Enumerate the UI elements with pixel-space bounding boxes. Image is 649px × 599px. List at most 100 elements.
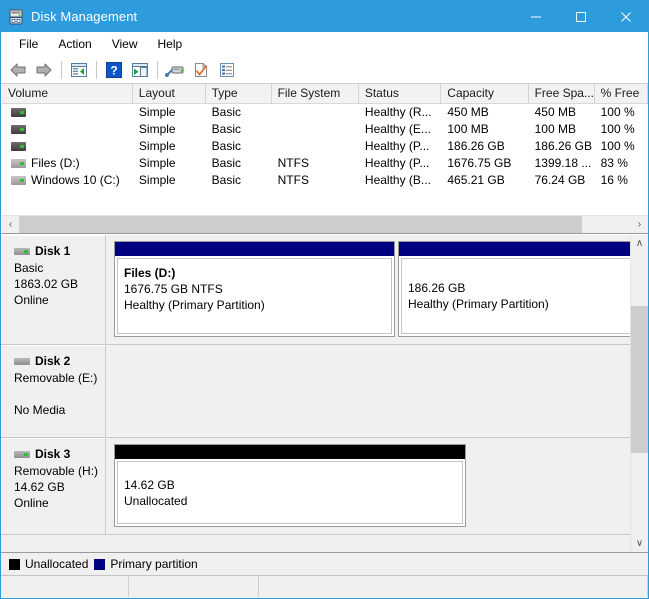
rescan-disks-icon[interactable]: [162, 58, 188, 82]
partition-unallocated[interactable]: 14.62 GBUnallocated: [114, 444, 466, 527]
cell-file-system: NTFS: [272, 172, 359, 189]
column-header-volume[interactable]: Volume: [2, 84, 133, 103]
cell-percent-free: 100 %: [595, 121, 648, 138]
disk-info[interactable]: Disk 3Removable (H:)14.62 GBOnline: [1, 438, 106, 534]
disk-icon-online: [14, 451, 30, 458]
legend-label-primary-partition: Primary partition: [110, 557, 197, 571]
hscroll-thumb[interactable]: [19, 216, 582, 233]
cell-volume: [2, 138, 133, 155]
title-bar: Disk Management: [1, 1, 648, 32]
column-header--free[interactable]: % Free: [595, 84, 648, 103]
volume-row[interactable]: SimpleBasicHealthy (P...186.26 GB186.26 …: [2, 138, 648, 155]
toolbar-separator-1: [61, 61, 62, 79]
status-segment-1: [1, 576, 129, 597]
cell-file-system: [272, 121, 359, 138]
cell-free-space: 76.24 GB: [529, 172, 595, 189]
volume-icon: [11, 176, 26, 185]
volume-icon: [11, 159, 26, 168]
show-hide-console-tree-icon[interactable]: [66, 58, 92, 82]
cell-type: Basic: [206, 172, 272, 189]
volume-list-pane: VolumeLayoutTypeFile SystemStatusCapacit…: [1, 84, 648, 234]
cell-free-space: 450 MB: [529, 104, 595, 121]
toolbar-separator-2: [96, 61, 97, 79]
disk-info[interactable]: Disk 2Removable (E:)No Media: [1, 345, 106, 437]
disk-panel-disk-2[interactable]: Disk 2Removable (E:)No Media: [1, 345, 630, 438]
scroll-left-icon[interactable]: ‹: [2, 216, 19, 233]
disk-panel-disk-1[interactable]: Disk 1Basic1863.02 GBOnlineFiles (D:)167…: [1, 235, 630, 345]
cell-free-space: 186.26 GB: [529, 138, 595, 155]
volume-row[interactable]: Windows 10 (C:)SimpleBasicNTFSHealthy (B…: [2, 172, 648, 189]
partition-line-2: Unallocated: [124, 493, 456, 509]
volume-row[interactable]: Files (D:)SimpleBasicNTFSHealthy (P...16…: [2, 155, 648, 172]
volume-list-rows[interactable]: SimpleBasicHealthy (R...450 MB450 MB100 …: [2, 104, 648, 215]
disk-list: Disk 1Basic1863.02 GBOnlineFiles (D:)167…: [1, 235, 630, 552]
check-disk-icon[interactable]: [188, 58, 214, 82]
cell-type: Basic: [206, 155, 272, 172]
disk-detail-line-2: Basic: [14, 260, 105, 276]
partition-row: 14.62 GBUnallocated: [114, 444, 630, 527]
cell-percent-free: 83 %: [595, 155, 648, 172]
legend-item-unallocated: Unallocated: [9, 557, 88, 571]
disk-icon: [14, 358, 30, 365]
scroll-up-icon[interactable]: ∧: [631, 235, 648, 252]
disk-detail-line-2: Removable (H:): [14, 463, 105, 479]
close-button[interactable]: [603, 1, 648, 32]
cell-percent-free: 16 %: [595, 172, 648, 189]
column-header-free-spa[interactable]: Free Spa...: [529, 84, 595, 103]
volume-row[interactable]: SimpleBasicHealthy (R...450 MB450 MB100 …: [2, 104, 648, 121]
partition-details: 14.62 GBUnallocated: [117, 461, 463, 524]
volume-icon-dark: [11, 125, 26, 134]
volume-list-hscrollbar[interactable]: ‹ ›: [2, 215, 648, 233]
disk-detail-line-3: 14.62 GB: [14, 479, 105, 495]
menu-item-file[interactable]: File: [9, 35, 48, 53]
legend-item-primary-partition: Primary partition: [94, 557, 197, 571]
minimize-button[interactable]: [513, 1, 558, 32]
partition-primary[interactable]: 186.26 GBHealthy (Primary Partition): [398, 241, 630, 337]
partition-line-1: 14.62 GB: [124, 477, 456, 493]
partition-capacity-bar: [115, 445, 465, 459]
forward-arrow-icon[interactable]: [31, 58, 57, 82]
volume-row[interactable]: SimpleBasicHealthy (E...100 MB100 MB100 …: [2, 121, 648, 138]
cell-layout: Simple: [133, 172, 206, 189]
partition-primary[interactable]: Files (D:)1676.75 GB NTFSHealthy (Primar…: [114, 241, 395, 337]
vscroll-track[interactable]: [631, 252, 648, 535]
disk-name: Disk 3: [35, 447, 70, 461]
cell-volume: Files (D:): [2, 155, 133, 172]
status-segment-3: [259, 576, 648, 597]
column-header-layout[interactable]: Layout: [133, 84, 206, 103]
partition-details: Files (D:)1676.75 GB NTFSHealthy (Primar…: [117, 258, 392, 334]
menu-item-action[interactable]: Action: [48, 35, 101, 53]
column-header-capacity[interactable]: Capacity: [441, 84, 528, 103]
help-icon[interactable]: ?: [101, 58, 127, 82]
menu-item-view[interactable]: View: [102, 35, 148, 53]
unallocated-swatch: [9, 559, 20, 570]
cell-free-space: 100 MB: [529, 121, 595, 138]
column-header-type[interactable]: Type: [206, 84, 272, 103]
cell-status: Healthy (R...: [359, 104, 441, 121]
cell-layout: Simple: [133, 121, 206, 138]
column-header-file-system[interactable]: File System: [272, 84, 359, 103]
disk-info[interactable]: Disk 1Basic1863.02 GBOnline: [1, 235, 106, 344]
volume-list-header: VolumeLayoutTypeFile SystemStatusCapacit…: [2, 84, 648, 104]
cell-volume: Windows 10 (C:): [2, 172, 133, 189]
maximize-button[interactable]: [558, 1, 603, 32]
scroll-down-icon[interactable]: ∨: [631, 535, 648, 552]
disk-partitions: [106, 345, 630, 437]
window-title: Disk Management: [31, 9, 137, 24]
graphical-view-vscrollbar[interactable]: ∧ ∨: [630, 235, 648, 552]
column-header-status[interactable]: Status: [359, 84, 441, 103]
disk-panel-disk-3[interactable]: Disk 3Removable (H:)14.62 GBOnline14.62 …: [1, 438, 630, 535]
show-action-pane-icon[interactable]: [127, 58, 153, 82]
hscroll-track[interactable]: [19, 216, 631, 233]
menu-bar: File Action View Help: [1, 32, 648, 56]
menu-item-help[interactable]: Help: [148, 35, 193, 53]
vscroll-thumb[interactable]: [631, 306, 648, 453]
partition-line-1: Files (D:): [124, 265, 385, 281]
properties-icon[interactable]: [214, 58, 240, 82]
disk-detail-line-3: 1863.02 GB: [14, 276, 105, 292]
partition-capacity-bar: [115, 242, 394, 256]
legend-label-unallocated: Unallocated: [25, 557, 88, 571]
partition-row: Files (D:)1676.75 GB NTFSHealthy (Primar…: [114, 241, 630, 337]
scroll-right-icon[interactable]: ›: [631, 216, 648, 233]
back-arrow-icon[interactable]: [5, 58, 31, 82]
